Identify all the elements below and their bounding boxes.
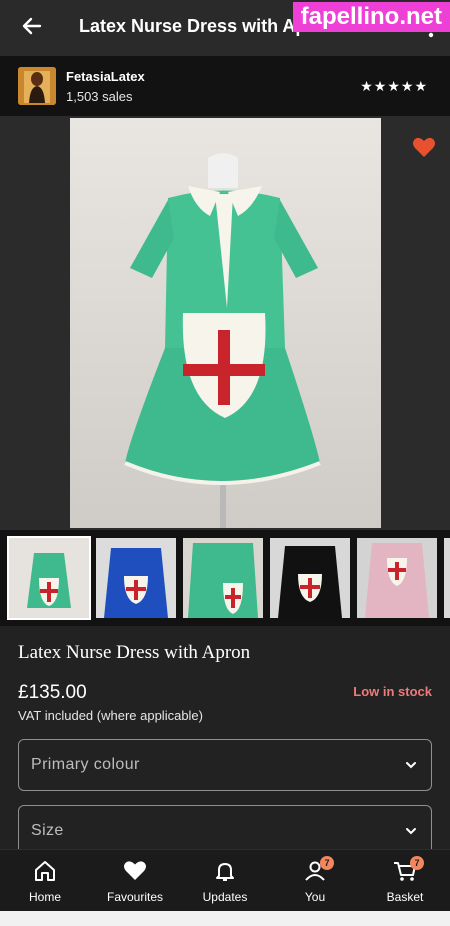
shop-name[interactable]: FetasiaLatex	[66, 69, 145, 84]
thumbnail-3[interactable]	[183, 538, 263, 618]
nav-favourites-label: Favourites	[106, 890, 164, 904]
thumbnail-4[interactable]	[270, 538, 350, 618]
shop-sales-count: 1,503 sales	[66, 89, 133, 104]
product-image-carousel[interactable]	[0, 116, 450, 530]
shop-avatar[interactable]	[18, 67, 56, 105]
watermark: fapellino.net	[292, 2, 450, 32]
bell-icon	[216, 863, 234, 881]
nav-home-label: Home	[28, 890, 61, 904]
chevron-down-icon	[406, 828, 416, 835]
nav-you[interactable]: 7 You	[270, 850, 360, 912]
system-navigation-bar	[0, 911, 450, 926]
app-bar: Latex Nurse Dress with Apron fapellino.n…	[0, 0, 450, 56]
rating-stars: ★★★★★	[360, 78, 428, 94]
thumbnail-5[interactable]	[357, 538, 437, 618]
vat-note: VAT included (where applicable)	[18, 708, 203, 723]
nav-basket-label: Basket	[386, 890, 424, 904]
nav-updates-label: Updates	[202, 890, 248, 904]
bottom-navigation: Home Favourites Updates 7 You 7 Basket	[0, 849, 450, 911]
thumbnail-2[interactable]	[96, 538, 176, 618]
shop-bar[interactable]: FetasiaLatex 1,503 sales ★★★★★	[0, 56, 450, 116]
listing-title: Latex Nurse Dress with Apron	[18, 642, 251, 663]
nav-you-label: You	[304, 890, 326, 904]
thumbnail-strip[interactable]	[0, 530, 450, 626]
stock-status: Low in stock	[353, 684, 432, 699]
nav-updates[interactable]: Updates	[180, 850, 270, 912]
listing-price: £135.00	[18, 682, 87, 703]
heart-icon	[124, 861, 146, 880]
back-arrow-icon[interactable]	[18, 12, 46, 40]
nav-favourites[interactable]: Favourites	[90, 850, 180, 912]
product-photo	[70, 118, 381, 528]
thumbnail-6[interactable]	[444, 538, 450, 618]
nav-home[interactable]: Home	[0, 850, 90, 912]
chevron-down-icon	[406, 762, 416, 769]
size-placeholder: Size	[31, 822, 64, 839]
you-notification-badge: 7	[320, 856, 334, 870]
primary-colour-placeholder: Primary colour	[31, 756, 140, 773]
basket-count-badge: 7	[410, 856, 424, 870]
home-icon	[35, 861, 55, 881]
favourite-heart-icon[interactable]	[412, 136, 436, 158]
thumbnail-1[interactable]	[7, 536, 91, 620]
primary-colour-select[interactable]: Primary colour	[18, 739, 432, 791]
nav-basket[interactable]: 7 Basket	[360, 850, 450, 912]
